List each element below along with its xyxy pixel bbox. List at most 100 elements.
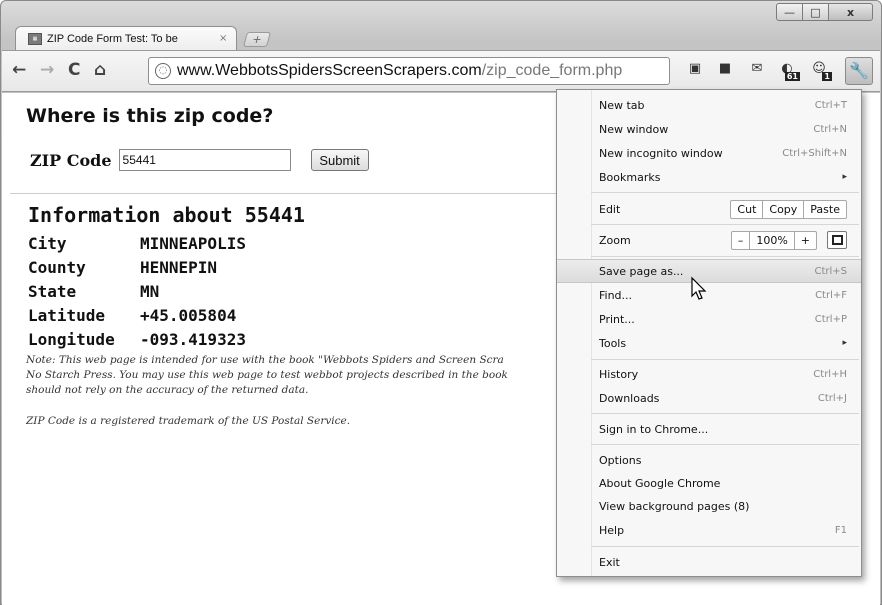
menu-shortcut: Ctrl+H: [813, 368, 847, 380]
zip-input[interactable]: [118, 149, 291, 171]
zoom-level: 100%: [749, 231, 793, 249]
menu-item-label: New tab: [599, 98, 645, 112]
menu-item-label: History: [599, 367, 639, 381]
zip-form: ZIP Code Submit: [30, 149, 369, 171]
tab-active[interactable]: ▦ ZIP Code Form Test: To be ×: [15, 26, 237, 50]
maximize-button[interactable]: □: [803, 3, 829, 21]
reload-icon[interactable]: C: [68, 60, 80, 80]
wrench-dropdown-menu: New tab Ctrl+T New window Ctrl+N New incog…: [556, 89, 862, 577]
submit-button[interactable]: Submit: [310, 149, 369, 171]
menu-separator: [591, 192, 859, 193]
menu-shortcut: Ctrl+T: [814, 99, 847, 111]
info-row: State MN: [28, 279, 246, 303]
info-heading: Information about 55441: [28, 203, 305, 227]
menu-item-label: Downloads: [599, 391, 660, 405]
info-row: County HENNEPIN: [28, 255, 246, 279]
close-window-button[interactable]: x: [829, 3, 873, 21]
divider: [10, 193, 570, 194]
menu-separator: [591, 444, 859, 445]
fullscreen-icon: [831, 235, 843, 245]
menu-item-exit[interactable]: Exit: [557, 550, 861, 574]
menu-item-options[interactable]: Options: [557, 448, 861, 472]
menu-item-label: New window: [599, 122, 669, 136]
edit-buttons: Cut Copy Paste: [730, 199, 847, 219]
extension-page-icon[interactable]: ▣: [686, 61, 704, 77]
new-tab-button[interactable]: +: [242, 32, 272, 47]
page-info-icon[interactable]: ◌: [155, 63, 171, 79]
extension-globe-icon[interactable]: ◐ 61: [778, 61, 800, 81]
menu-item-sign-in[interactable]: Sign in to Chrome...: [557, 417, 861, 441]
menu-item-tools[interactable]: Tools ▸: [557, 331, 861, 355]
menu-item-label: Find...: [599, 288, 633, 302]
info-table: City MINNEAPOLIS County HENNEPIN State MN L…: [28, 231, 246, 351]
menu-shortcut: F1: [834, 524, 847, 536]
address-bar[interactable]: ◌ www.WebbotsSpidersScreenScrapers.com /…: [148, 57, 670, 85]
copy-button[interactable]: Copy: [762, 200, 803, 218]
menu-item-label: Print...: [599, 312, 635, 326]
extension-badge: 61: [784, 72, 800, 81]
menu-shortcut: Ctrl+P: [814, 313, 847, 325]
cut-button[interactable]: Cut: [731, 201, 762, 218]
menu-item-label: Exit: [599, 555, 620, 569]
browser-window: — □ x ▦ ZIP Code Form Test: To be × + ← …: [0, 0, 882, 605]
forward-arrow-icon[interactable]: →: [40, 60, 54, 80]
menu-item-label: Options: [599, 453, 642, 467]
menu-item-label: About Google Chrome: [599, 476, 721, 490]
menu-item-find[interactable]: Find... Ctrl+F: [557, 283, 861, 307]
back-arrow-icon[interactable]: ←: [12, 60, 26, 80]
menu-item-edit: Edit Cut Copy Paste: [557, 197, 861, 221]
zoom-in-button[interactable]: +: [793, 231, 816, 249]
info-key: Longitude: [28, 329, 115, 349]
menu-item-new-window[interactable]: New window Ctrl+N: [557, 117, 861, 141]
submenu-arrow-icon: ▸: [842, 338, 847, 348]
tab-title: ZIP Code Form Test: To be: [47, 32, 178, 45]
tab-close-icon[interactable]: ×: [219, 33, 227, 44]
menu-item-history[interactable]: History Ctrl+H: [557, 362, 861, 386]
menu-item-save-page[interactable]: Save page as... Ctrl+S: [557, 259, 861, 283]
info-value: -093.419323: [140, 329, 246, 349]
menu-shortcut: Ctrl+F: [815, 289, 847, 301]
menu-item-zoom: Zoom – 100% +: [557, 228, 861, 252]
menu-item-help[interactable]: Help F1: [557, 518, 861, 542]
extension-camera-icon[interactable]: ■: [716, 61, 734, 77]
url-host: www.WebbotsSpidersScreenScrapers.com: [177, 62, 482, 79]
menu-item-about[interactable]: About Google Chrome: [557, 471, 861, 495]
menu-separator: [591, 256, 859, 257]
menu-item-background-pages[interactable]: View background pages (8): [557, 494, 861, 518]
zoom-out-button[interactable]: –: [732, 232, 750, 249]
info-key: County: [28, 257, 86, 277]
menu-shortcut: Ctrl+Shift+N: [782, 147, 847, 159]
submenu-arrow-icon: ▸: [842, 172, 847, 182]
info-value: MINNEAPOLIS: [140, 233, 246, 253]
wrench-icon: 🔧: [849, 61, 869, 80]
mail-icon[interactable]: ✉: [748, 61, 766, 77]
note-line: should not rely on the accuracy of the r…: [26, 384, 309, 396]
note-line: No Starch Press. You may use this web pa…: [26, 369, 508, 381]
extension-person-icon[interactable]: ☺ 1: [810, 61, 832, 81]
fullscreen-button[interactable]: [827, 231, 847, 249]
menu-item-new-tab[interactable]: New tab Ctrl+T: [557, 93, 861, 117]
menu-item-new-incognito[interactable]: New incognito window Ctrl+Shift+N: [557, 141, 861, 165]
menu-item-label: Tools: [599, 336, 627, 350]
menu-item-bookmarks[interactable]: Bookmarks ▸: [557, 165, 861, 189]
site-favicon-icon: ▦: [28, 32, 42, 45]
menu-separator: [591, 359, 859, 360]
home-icon[interactable]: ⌂: [94, 60, 106, 80]
menu-separator: [591, 413, 859, 414]
extension-badge: 1: [822, 72, 832, 81]
zoom-controls: – 100% +: [730, 230, 847, 250]
paste-button[interactable]: Paste: [803, 200, 846, 218]
wrench-menu-button[interactable]: 🔧: [845, 57, 873, 85]
info-key: City: [28, 233, 67, 253]
info-value: HENNEPIN: [140, 257, 218, 277]
menu-item-downloads[interactable]: Downloads Ctrl+J: [557, 386, 861, 410]
menu-shortcut: Ctrl+N: [813, 123, 847, 135]
info-row: Longitude -093.419323: [28, 327, 246, 351]
menu-item-print[interactable]: Print... Ctrl+P: [557, 307, 861, 331]
toolbar: ← → C ⌂ ◌ www.WebbotsSpidersScreenScrape…: [2, 50, 880, 92]
minimize-button[interactable]: —: [776, 3, 803, 21]
info-key: State: [28, 281, 77, 301]
menu-separator: [591, 546, 859, 547]
mouse-cursor-icon: [691, 276, 707, 300]
menu-item-label: Sign in to Chrome...: [599, 422, 709, 436]
